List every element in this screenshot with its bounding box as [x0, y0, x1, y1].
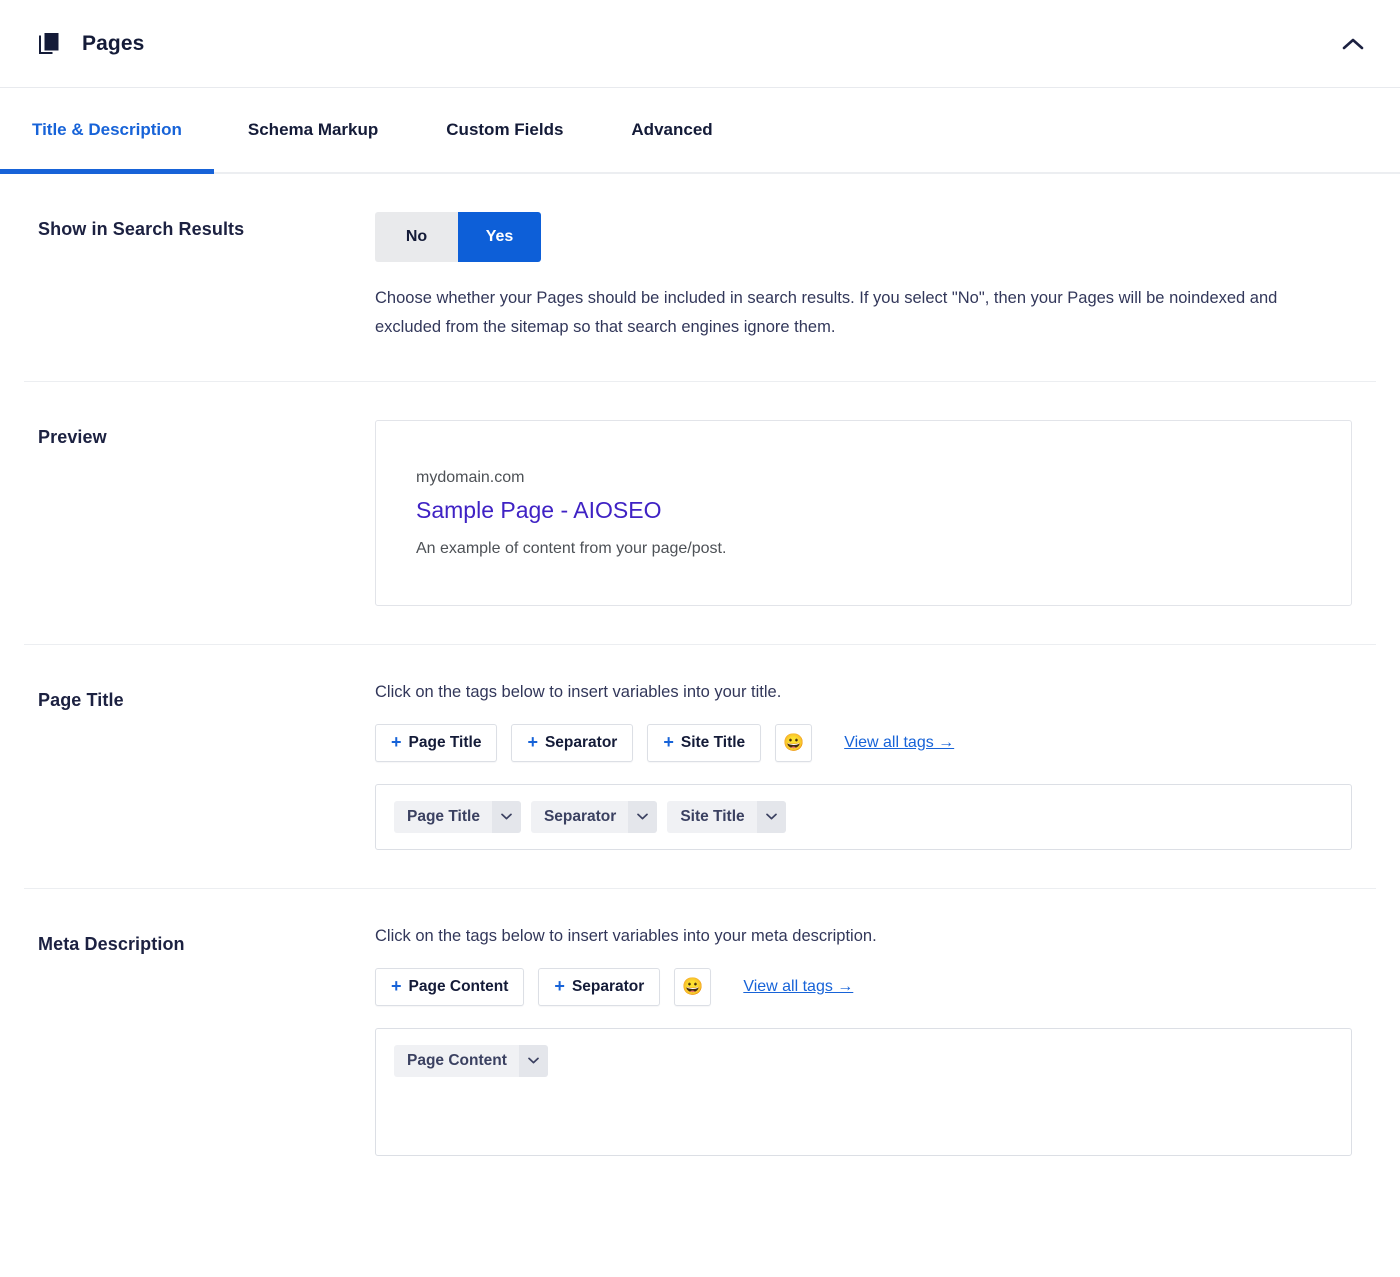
tab-advanced[interactable]: Advanced: [597, 88, 746, 172]
plus-icon: +: [391, 975, 402, 996]
add-tag-separator-button[interactable]: + Separator: [511, 723, 634, 762]
token-page-content[interactable]: Page Content: [394, 1044, 548, 1077]
meta-description-tag-row: + Page Content + Separator 😀 View all ta…: [375, 967, 1352, 1006]
page-title-hint: Click on the tags below to insert variab…: [375, 682, 782, 701]
add-tag-page-content-button[interactable]: + Page Content: [375, 967, 525, 1006]
token-page-title[interactable]: Page Title: [394, 800, 521, 833]
add-tag-page-title-button[interactable]: + Page Title: [375, 723, 498, 762]
meta-description-hint: Click on the tags below to insert variab…: [375, 926, 877, 945]
tag-button-label: Page Title: [408, 733, 482, 751]
tag-button-label: Page Content: [408, 977, 509, 995]
meta-description-input[interactable]: Page Content: [375, 1027, 1352, 1156]
plus-icon: +: [391, 731, 402, 752]
emoji-picker-button[interactable]: 😀: [775, 723, 813, 762]
chevron-down-icon[interactable]: [756, 800, 786, 833]
tag-button-label: Separator: [544, 733, 618, 751]
row-page-title: Page Title Click on the tags below to in…: [0, 643, 1400, 888]
add-tag-site-title-button[interactable]: + Site Title: [647, 723, 762, 762]
label-show-in-search-results: Show in Search Results: [38, 219, 245, 239]
preview-domain: mydomain.com: [416, 468, 525, 486]
chevron-down-icon[interactable]: [491, 800, 521, 833]
plus-icon: +: [663, 731, 674, 752]
page-title: Pages: [82, 31, 145, 55]
token-site-title[interactable]: Site Title: [667, 800, 786, 833]
panel-header: Pages: [0, 0, 1400, 88]
toggle-option-no[interactable]: No: [375, 212, 458, 262]
tab-custom-fields[interactable]: Custom Fields: [412, 88, 597, 172]
emoji-picker-button[interactable]: 😀: [674, 967, 712, 1006]
search-preview-card: mydomain.com Sample Page - AIOSEO An exa…: [375, 419, 1352, 606]
toggle-option-yes[interactable]: Yes: [458, 212, 541, 262]
plus-icon: +: [554, 975, 565, 996]
label-preview: Preview: [38, 426, 107, 447]
preview-title-link[interactable]: Sample Page - AIOSEO: [416, 496, 1311, 526]
show-in-search-results-description: Choose whether your Pages should be incl…: [375, 289, 1278, 337]
page-title-tag-row: + Page Title + Separator + Site Title 😀 …: [375, 723, 1352, 762]
label-page-title: Page Title: [38, 689, 124, 710]
add-tag-separator-button[interactable]: + Separator: [538, 967, 661, 1006]
show-in-search-results-toggle: No Yes: [375, 212, 541, 262]
plus-icon: +: [527, 731, 538, 752]
tab-bar: Title & Description Schema Markup Custom…: [0, 88, 1400, 174]
row-show-in-search-results: Show in Search Results No Yes Choose whe…: [0, 174, 1400, 381]
row-meta-description: Meta Description Click on the tags below…: [0, 887, 1400, 1194]
label-meta-description: Meta Description: [38, 933, 185, 954]
tag-button-label: Separator: [571, 977, 645, 995]
token-separator[interactable]: Separator: [530, 800, 658, 833]
row-preview: Preview mydomain.com Sample Page - AIOSE…: [0, 380, 1400, 644]
tag-button-label: Site Title: [680, 733, 746, 751]
tab-schema-markup[interactable]: Schema Markup: [214, 88, 412, 172]
view-all-tags-link[interactable]: View all tags →: [743, 978, 853, 996]
page-title-input[interactable]: Page Title Separator Site Title: [375, 783, 1352, 850]
chevron-down-icon[interactable]: [628, 800, 658, 833]
chevron-up-icon[interactable]: [1336, 27, 1370, 61]
tab-title-description[interactable]: Title & Description: [0, 88, 214, 174]
pages-stack-icon: [38, 32, 60, 56]
preview-description: An example of content from your page/pos…: [416, 539, 727, 557]
view-all-tags-link[interactable]: View all tags →: [844, 734, 954, 752]
chevron-down-icon[interactable]: [518, 1044, 548, 1077]
aioseo-pages-panel: Pages Title & Description Schema Markup …: [0, 0, 1400, 1277]
